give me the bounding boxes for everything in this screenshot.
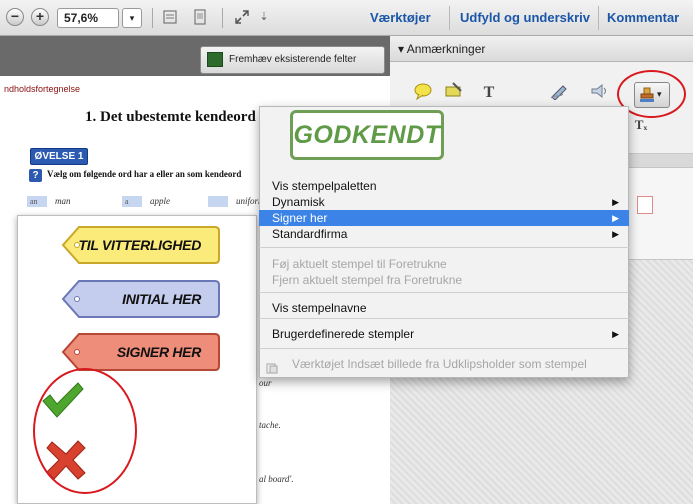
menu-item-label: Dynamisk (272, 195, 325, 209)
exercise-badge: ØVELSE 1 (30, 148, 88, 165)
doc-text-fragment: al board'. (259, 474, 294, 484)
text-icon[interactable]: T (478, 82, 500, 104)
question-icon: ? (29, 169, 42, 182)
menu-item[interactable]: Standardfirma ▶ (259, 226, 629, 242)
color-swatch[interactable] (637, 196, 653, 214)
stamp-preview-label: GODKENDT (293, 121, 441, 149)
menu-item: Føj aktuelt stempel til Foretrukne (259, 256, 629, 272)
clipboard-icon (266, 362, 278, 374)
stamp-option[interactable]: TIL VITTERLIGHED (61, 224, 241, 266)
menu-separator (259, 247, 629, 248)
tab-comment[interactable]: Kommentar (607, 0, 679, 36)
menu-separator (259, 292, 629, 293)
toolbar-divider (222, 8, 223, 28)
menu-item-label: Signer her (272, 211, 328, 225)
annotation-circle (33, 368, 137, 494)
chevron-down-icon: ▾ (129, 13, 135, 23)
fit-page-icon[interactable] (192, 9, 208, 25)
word-item: an man (27, 196, 71, 207)
stamp-option[interactable]: SIGNER HER (61, 331, 241, 373)
toc-link[interactable]: ndholdsfortegnelse (4, 84, 80, 94)
main-toolbar: − + 57,6% ▾ ⇣ Værktøjer Udfyld og unders… (0, 0, 693, 36)
more-tools-icon[interactable]: ⇣ (256, 9, 272, 25)
tab-divider (449, 6, 450, 30)
tab-fill-and-sign[interactable]: Udfyld og underskriv (460, 0, 590, 36)
word-text: man (55, 196, 71, 206)
menu-item[interactable]: Dynamisk ▶ (259, 194, 629, 210)
menu-item[interactable]: Signer her ▶ (259, 210, 629, 226)
speech-bubble-icon[interactable] (412, 82, 434, 104)
minus-icon: − (10, 8, 20, 24)
submenu-arrow-icon: ▶ (612, 197, 619, 207)
submenu-arrow-icon: ▶ (612, 329, 619, 339)
menu-item: Værktøjet Indsæt billede fra Udklipshold… (259, 356, 629, 372)
menu-item[interactable]: Brugerdefinerede stempler ▶ (259, 326, 629, 342)
tab-tools[interactable]: Værktøjer (370, 0, 431, 36)
highlight-fields-button[interactable]: Fremhæv eksisterende felter (200, 46, 385, 74)
menu-item-label: Vis stempelnavne (272, 301, 367, 315)
stamp-preview[interactable]: GODKENDT (290, 110, 444, 160)
menu-separator (259, 318, 629, 319)
submenu-arrow-icon: ▶ (612, 229, 619, 239)
word-item: a apple (122, 196, 170, 207)
toolbar-divider (152, 8, 153, 28)
pencil-icon[interactable] (548, 82, 570, 104)
tab-divider (598, 6, 599, 30)
word-text: apple (150, 196, 170, 206)
stamp-label: TIL VITTERLIGHED (78, 237, 202, 253)
menu-item[interactable]: Vis stempelpaletten (259, 178, 629, 194)
answer-field[interactable]: a (122, 196, 142, 207)
doc-text-fragment: our (259, 378, 272, 388)
word-item: uniform (208, 196, 265, 207)
fit-width-icon[interactable] (162, 9, 178, 25)
annotations-header[interactable]: ▾ Anmærkninger (390, 36, 693, 62)
zoom-dropdown-button[interactable]: ▾ (122, 8, 142, 28)
highlight-fields-label: Fremhæv eksisterende felter (229, 54, 357, 65)
submenu-arrow-icon: ▶ (612, 213, 619, 223)
form-fields-icon (207, 52, 223, 67)
attach-icon[interactable] (588, 82, 610, 104)
doc-text-fragment: tache. (259, 420, 281, 430)
menu-item[interactable]: Vis stempelnavne (259, 300, 629, 316)
menu-separator (259, 348, 629, 349)
answer-field[interactable] (208, 196, 228, 207)
menu-item-label: Vis stempelpaletten (272, 179, 377, 193)
menu-item: Fjern aktuelt stempel fra Foretrukne (259, 272, 629, 288)
highlighter-icon[interactable] (443, 82, 465, 104)
stamp-option[interactable]: INITIAL HER (61, 278, 241, 320)
stamp-label: SIGNER HER (116, 344, 201, 360)
menu-item-label: Fjern aktuelt stempel fra Foretrukne (272, 273, 463, 287)
menu-item-label: Brugerdefinerede stempler (272, 327, 415, 341)
menu-item-label: Værktøjet Indsæt billede fra Udklipshold… (292, 357, 587, 371)
plus-icon: + (35, 8, 45, 24)
exercise-instruction: Vælg om følgende ord har a eller an som … (47, 169, 242, 179)
menu-item-label: Føj aktuelt stempel til Foretrukne (272, 257, 447, 271)
zoom-input[interactable]: 57,6% (57, 8, 119, 28)
answer-field[interactable]: an (27, 196, 47, 207)
menu-item-label: Standardfirma (272, 227, 348, 241)
chapter-title: 1. Det ubestemte kendeord (85, 109, 256, 125)
zoom-out-button[interactable]: − (6, 8, 24, 26)
fullscreen-icon[interactable] (234, 9, 250, 25)
stamp-label: INITIAL HER (122, 291, 201, 307)
zoom-in-button[interactable]: + (31, 8, 49, 26)
